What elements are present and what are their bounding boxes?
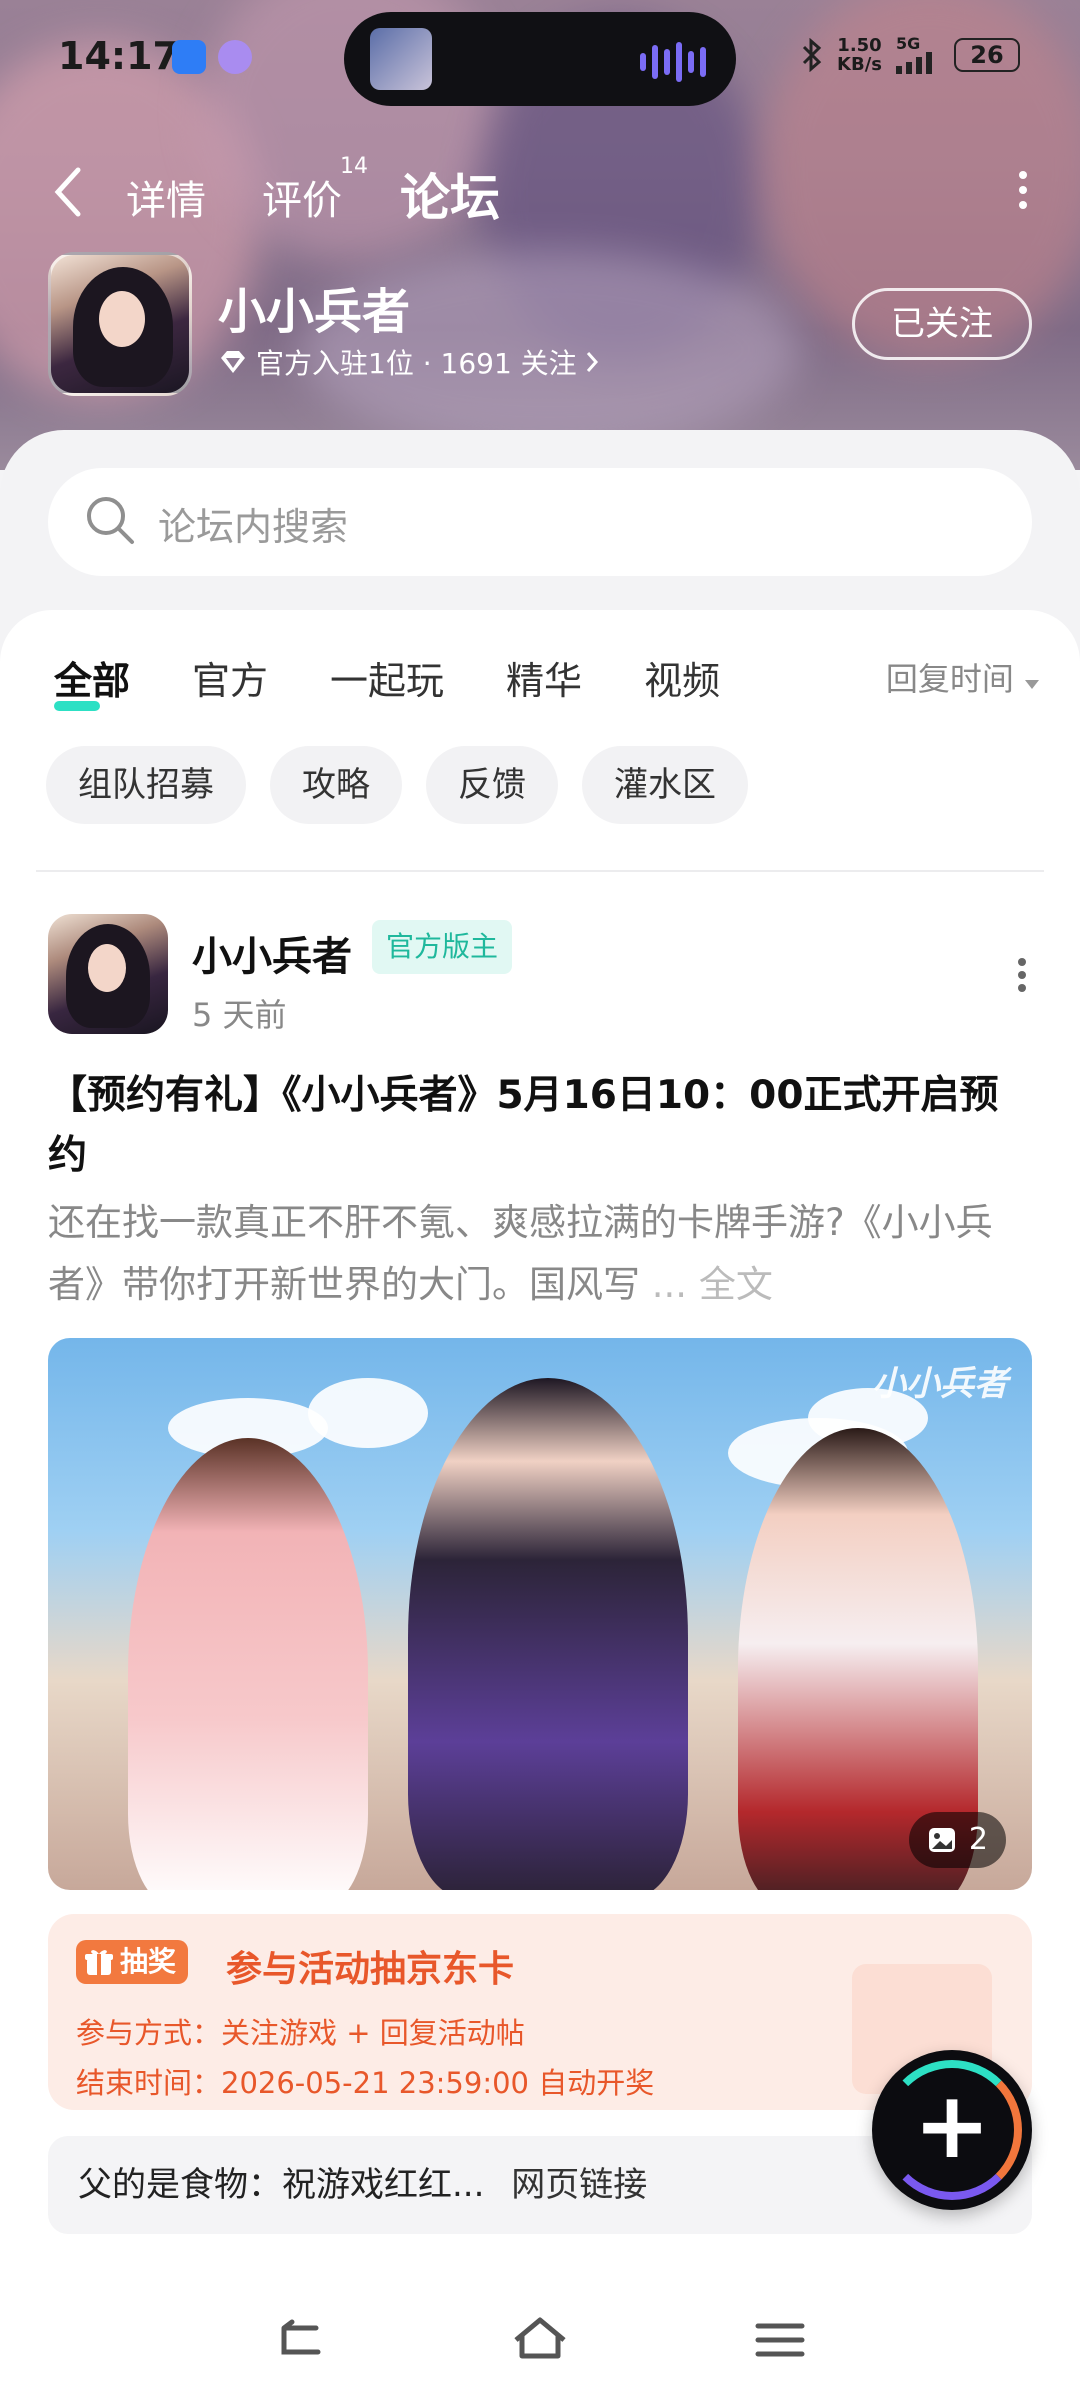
moderator-badge: 官方版主: [372, 920, 513, 974]
follow-button[interactable]: 已关注: [852, 288, 1032, 360]
tab-details[interactable]: 详情: [126, 168, 206, 226]
caret-down-icon: [1025, 680, 1039, 689]
plus-icon: +: [913, 2072, 991, 2179]
active-category-indicator: [54, 701, 101, 711]
game-title: 小小兵者: [218, 284, 411, 340]
reply-text: 父的是食物：祝游戏红红...: [78, 2165, 485, 2205]
web-link[interactable]: 网页链接: [511, 2165, 647, 2205]
category-tab-all[interactable]: 全部: [54, 650, 130, 711]
chip-guide[interactable]: 攻略: [270, 746, 402, 824]
divider: [36, 870, 1044, 872]
audio-wave-icon: [640, 42, 706, 82]
category-tabs: 全部 官方 一起玩 精华 视频: [54, 650, 720, 711]
game-meta[interactable]: 官方入驻1位 · 1691 关注: [218, 342, 599, 382]
post-title[interactable]: 【预约有礼】《小小兵者》5月16日10：00正式开启预约: [48, 1066, 1032, 1186]
system-navigation-bar: [0, 2300, 1080, 2380]
home-icon[interactable]: [510, 2310, 570, 2370]
reviews-count: 14: [340, 154, 368, 179]
battery-indicator: 26: [954, 38, 1020, 72]
chip-chat[interactable]: 灌水区: [582, 746, 748, 824]
assistant-app-icon: [218, 40, 252, 74]
promo-end-time: 结束时间：2026-05-21 23:59:00 自动开奖: [76, 2066, 655, 2100]
back-gesture-icon[interactable]: [270, 2310, 330, 2370]
game-logo-watermark: 小小兵者: [872, 1364, 1008, 1404]
image-count-badge: 2: [908, 1812, 1006, 1868]
new-post-button[interactable]: +: [872, 2050, 1032, 2210]
search-icon: [87, 497, 134, 544]
message-app-icon: [172, 40, 206, 74]
chip-feedback[interactable]: 反馈: [426, 746, 558, 824]
search-placeholder: 论坛内搜索: [158, 505, 349, 549]
post-image[interactable]: 小小兵者 2: [48, 1338, 1032, 1890]
category-tab-video[interactable]: 视频: [644, 650, 720, 705]
menu-icon[interactable]: [750, 2310, 810, 2370]
category-tab-play-together[interactable]: 一起玩: [330, 650, 444, 705]
post-excerpt[interactable]: 还在找一款真正不肝不氪、爽感拉满的卡牌手游?《小小兵者》带你打开新世界的大门。国…: [48, 1192, 1032, 1316]
post-author-avatar[interactable]: [48, 914, 168, 1034]
lottery-tag: 抽奖: [76, 1940, 189, 1984]
dynamic-island[interactable]: [344, 12, 736, 106]
status-bar: 14:17 1.50 KB/s 5G 26: [0, 0, 1080, 110]
status-time: 14:17: [58, 34, 179, 78]
back-arrow-icon[interactable]: [50, 164, 84, 234]
promo-title: 参与活动抽京东卡: [226, 1949, 515, 1990]
read-full-link[interactable]: 全文: [699, 1263, 773, 1306]
search-input[interactable]: 论坛内搜索: [48, 468, 1032, 576]
category-tab-featured[interactable]: 精华: [506, 650, 582, 705]
signal-indicator: 5G: [896, 36, 940, 74]
tab-reviews[interactable]: 评价: [262, 168, 342, 226]
chevron-right-icon: [586, 352, 598, 372]
post-author-name[interactable]: 小小兵者: [192, 924, 352, 982]
chip-team-recruit[interactable]: 组队招募: [46, 746, 246, 824]
top-navigation: 详情 评价 14 论坛: [0, 150, 1080, 240]
bluetooth-icon: [802, 38, 822, 72]
topic-chips: 组队招募 攻略 反馈 灌水区: [46, 746, 748, 824]
gift-icon: [85, 1950, 113, 1975]
sort-dropdown[interactable]: 回复时间: [886, 654, 1040, 700]
game-meta-text: 官方入驻1位 · 1691 关注: [256, 347, 577, 380]
promo-method: 参与方式：关注游戏 + 回复活动帖: [76, 2016, 525, 2050]
media-thumbnail: [370, 28, 432, 90]
category-tab-official[interactable]: 官方: [192, 650, 268, 705]
game-icon[interactable]: [48, 252, 192, 396]
tab-forum[interactable]: 论坛: [396, 158, 504, 230]
network-speed: 1.50 KB/s: [837, 35, 882, 75]
image-icon: [928, 1828, 955, 1852]
more-options-icon[interactable]: [1018, 170, 1028, 210]
post-time: 5 天前: [192, 996, 287, 1034]
post-more-icon[interactable]: [1016, 958, 1028, 992]
sort-label: 回复时间: [885, 660, 1014, 698]
diamond-icon: [221, 351, 245, 373]
signal-bars-icon: [896, 52, 932, 74]
